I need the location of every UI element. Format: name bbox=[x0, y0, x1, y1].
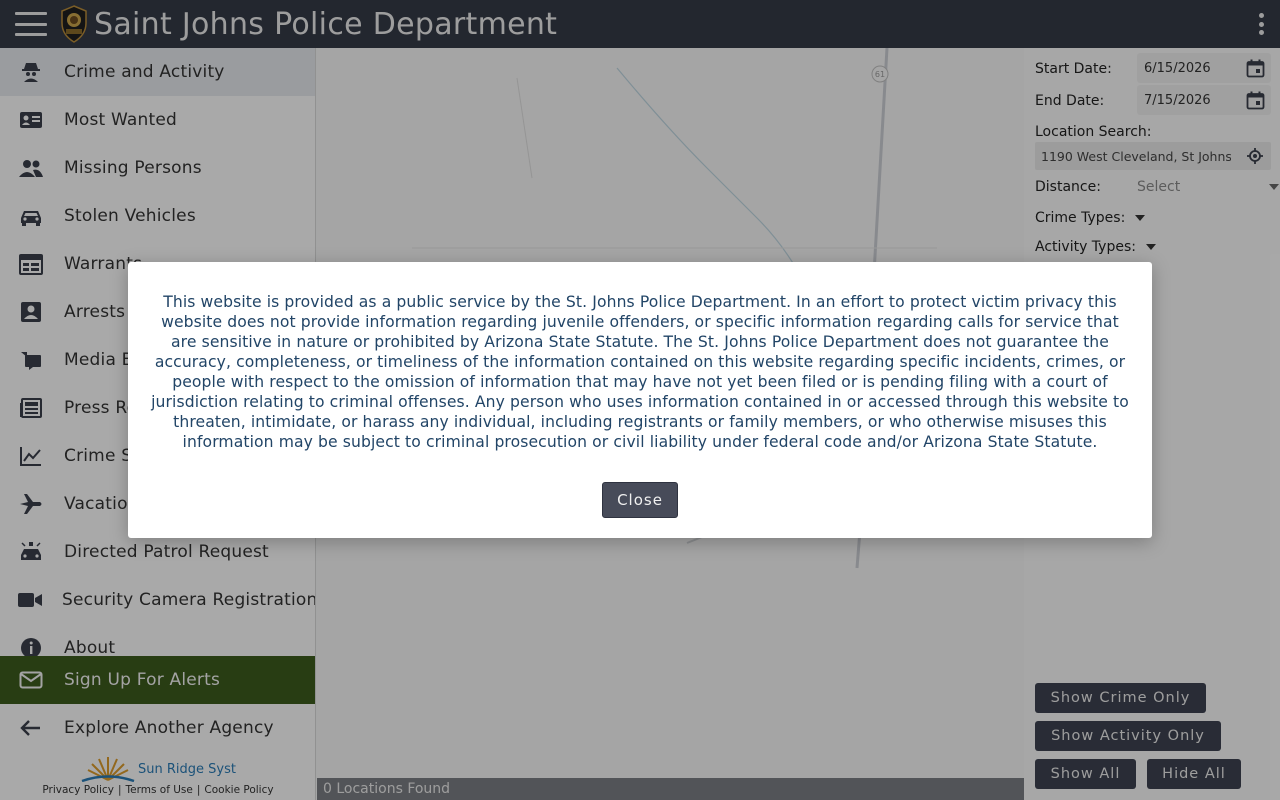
disclaimer-dialog: This website is provided as a public ser… bbox=[128, 262, 1152, 538]
disclaimer-text: This website is provided as a public ser… bbox=[151, 293, 1129, 451]
close-button[interactable]: Close bbox=[602, 482, 678, 518]
